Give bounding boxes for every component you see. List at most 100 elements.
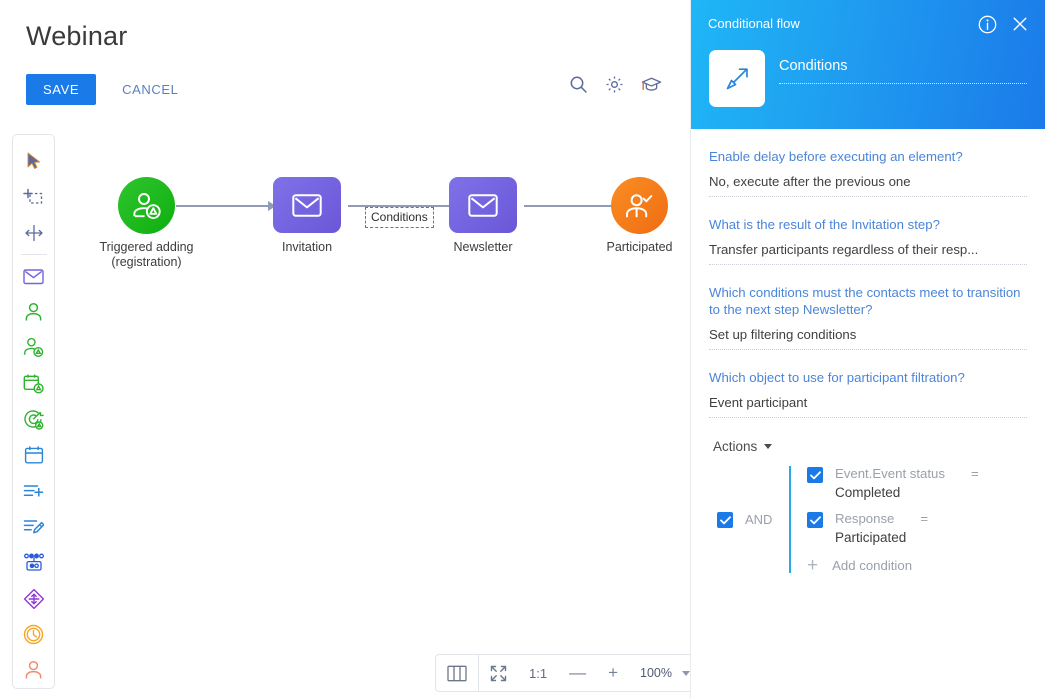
split-flow-element[interactable] (12, 545, 55, 581)
element-settings-panel: Conditional flow Conditions Enable delay… (690, 0, 1045, 699)
condition-operator[interactable]: = (894, 511, 928, 526)
condition-checkbox[interactable] (807, 512, 823, 528)
campaign-designer-area: Webinar SAVE CANCEL Conditions Triggered… (0, 0, 690, 699)
add-condition-label: Add condition (832, 558, 913, 573)
condition-row: Response = Participated (807, 511, 1027, 556)
actions-block: Actions AND Event.Event status = Complet… (709, 418, 1027, 576)
envelope-icon (468, 193, 498, 217)
conditions-list: Event.Event status = Completed Response … (789, 466, 1027, 576)
logic-operator-label: AND (745, 512, 773, 527)
select-area-tool[interactable] (12, 179, 55, 215)
field-transition-conditions-label: Which conditions must the contacts meet … (709, 285, 1021, 317)
zoom-ratio-button[interactable]: 1:1 (518, 655, 558, 691)
field-filtration-object: Which object to use for participant filt… (709, 350, 1027, 418)
panel-element-name-value: Conditions (779, 58, 848, 74)
flow-node-participated[interactable]: Participated (606, 177, 673, 254)
envelope-icon (292, 193, 322, 217)
condition-row: Event.Event status = Completed (807, 466, 1027, 511)
schedule-element[interactable] (12, 366, 55, 402)
add-record-element[interactable] (12, 473, 55, 509)
connector-newsletter-end (524, 205, 618, 207)
field-filtration-object-value[interactable]: Event participant (709, 386, 1027, 418)
condition-head: Response = (835, 511, 928, 526)
condition-attribute[interactable]: Event.Event status (835, 466, 945, 481)
flow-node-start-shape[interactable] (118, 177, 175, 234)
flow-node-invitation-label: Invitation (281, 240, 333, 254)
person-add-icon (133, 192, 161, 219)
calendar-element[interactable] (12, 437, 55, 473)
gear-icon[interactable] (605, 75, 624, 94)
add-participant-element[interactable] (12, 330, 55, 366)
condition-value[interactable]: Participated (835, 526, 928, 545)
logic-operator-checkbox[interactable] (717, 512, 733, 528)
add-condition-button[interactable]: + Add condition (807, 554, 1027, 576)
columns-icon[interactable] (436, 655, 478, 691)
flow-node-participated-label: Participated (606, 240, 673, 254)
flow-diagram: Conditions Triggered adding (registratio… (60, 134, 690, 634)
person-element[interactable] (12, 294, 55, 330)
flow-node-start-label: Triggered adding (registration) (99, 240, 194, 269)
save-button[interactable]: SAVE (26, 74, 97, 105)
connector-start-invitation (176, 205, 272, 207)
condition-head: Event.Event status = (835, 466, 979, 481)
action-bar: SAVE CANCEL (26, 74, 184, 105)
toolbox-divider (20, 254, 47, 256)
conditions-chip[interactable]: Conditions (365, 207, 434, 228)
panel-header-title: Conditional flow (708, 16, 800, 31)
flow-node-newsletter-shape[interactable] (449, 177, 517, 233)
chevron-down-icon (682, 670, 690, 676)
flow-node-invitation-shape[interactable] (273, 177, 341, 233)
goal-element[interactable] (12, 402, 55, 438)
field-invitation-result-value[interactable]: Transfer participants regardless of thei… (709, 233, 1027, 265)
logic-operator-group: AND (709, 466, 789, 573)
condition-content: Event.Event status = Completed (823, 466, 979, 500)
timer-element[interactable] (12, 616, 55, 652)
zoom-level-select[interactable]: 100% (629, 655, 690, 691)
element-toolbox (12, 134, 55, 689)
close-icon[interactable] (1011, 15, 1029, 33)
page-title: Webinar (26, 21, 128, 51)
field-invitation-result: What is the result of the Invitation ste… (709, 197, 1027, 265)
panel-element-name-field[interactable]: Conditions (779, 58, 1027, 84)
field-filtration-object-label: Which object to use for participant filt… (709, 370, 965, 385)
cursor-tool[interactable] (12, 143, 55, 179)
panel-header: Conditional flow Conditions (691, 0, 1045, 129)
conditional-arrow-icon (709, 50, 765, 107)
fit-to-screen-icon[interactable] (479, 655, 518, 691)
flow-node-invitation[interactable]: Invitation (273, 177, 341, 254)
condition-attribute[interactable]: Response (835, 511, 894, 526)
plus-icon: + (807, 554, 819, 576)
flow-node-participated-shape[interactable] (611, 177, 668, 234)
zoom-out-button[interactable]: — (558, 655, 597, 691)
field-enable-delay-value[interactable]: No, execute after the previous one (709, 165, 1027, 197)
canvas-tools (569, 75, 662, 94)
exit-element[interactable] (12, 652, 55, 688)
field-invitation-result-label: What is the result of the Invitation ste… (709, 217, 940, 232)
field-enable-delay: Enable delay before executing an element… (709, 129, 1027, 197)
field-enable-delay-label: Enable delay before executing an element… (709, 149, 963, 164)
search-icon[interactable] (569, 75, 588, 94)
flow-node-start[interactable]: Triggered adding (registration) (99, 177, 194, 269)
actions-dropdown-button[interactable]: Actions (713, 439, 773, 454)
person-check-icon (626, 193, 653, 217)
move-tool[interactable] (12, 215, 55, 251)
cancel-button[interactable]: CANCEL (116, 74, 184, 105)
graduation-cap-icon[interactable] (641, 75, 662, 94)
actions-dropdown-label: Actions (713, 439, 758, 454)
conditional-flow-element[interactable] (12, 581, 55, 617)
condition-operator[interactable]: = (945, 466, 979, 481)
flow-node-newsletter-label: Newsletter (453, 240, 513, 254)
condition-group: AND Event.Event status = Completed Respo… (709, 466, 1027, 576)
flow-node-newsletter[interactable]: Newsletter (449, 177, 517, 254)
email-element[interactable] (12, 258, 55, 294)
zoom-level-value: 100% (640, 666, 672, 680)
zoom-in-button[interactable]: + (597, 655, 629, 691)
condition-checkbox[interactable] (807, 467, 823, 483)
panel-body: Enable delay before executing an element… (691, 129, 1045, 699)
field-transition-conditions-value[interactable]: Set up filtering conditions (709, 318, 1027, 350)
info-icon[interactable] (978, 15, 997, 34)
condition-value[interactable]: Completed (835, 481, 979, 500)
edit-record-element[interactable] (12, 509, 55, 545)
chevron-down-icon (764, 444, 773, 449)
app-root: Webinar SAVE CANCEL Conditions Triggered… (0, 0, 1045, 699)
